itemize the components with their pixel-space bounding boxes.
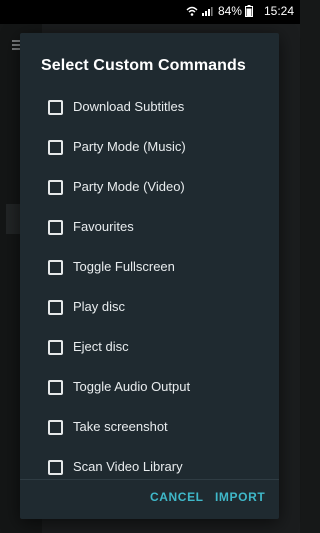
list-item-label: Eject disc [73, 339, 129, 354]
list-item[interactable]: Scan Video Library [20, 447, 279, 479]
checkbox[interactable] [48, 100, 63, 115]
list-item[interactable]: Toggle Audio Output [20, 367, 279, 407]
list-item[interactable]: Party Mode (Video) [20, 167, 279, 207]
battery-icon [244, 5, 257, 17]
list-item-label: Play disc [73, 299, 126, 314]
signal-icon [201, 5, 213, 17]
checkbox[interactable] [48, 300, 63, 315]
checkbox[interactable] [48, 460, 63, 475]
list-item[interactable]: Download Subtitles [20, 87, 279, 127]
list-item[interactable]: Party Mode (Music) [20, 127, 279, 167]
list-item[interactable]: Eject disc [20, 327, 279, 367]
list-item-label: Download Subtitles [73, 99, 185, 114]
checkbox[interactable] [48, 380, 63, 395]
checkbox[interactable] [48, 340, 63, 355]
wifi-icon [186, 5, 198, 17]
cancel-button[interactable]: CANCEL [150, 490, 204, 504]
list-item-label: Scan Video Library [73, 459, 183, 474]
dialog-actions: CANCEL IMPORT [20, 480, 279, 519]
checkbox[interactable] [48, 260, 63, 275]
status-icons: 84% 15:24 [186, 4, 294, 18]
dialog-title: Select Custom Commands [41, 57, 246, 74]
list-item[interactable]: Toggle Fullscreen [20, 247, 279, 287]
list-item[interactable]: Play disc [20, 287, 279, 327]
list-item-label: Party Mode (Video) [73, 179, 185, 194]
list-item-label: Toggle Audio Output [73, 379, 191, 394]
list-item-label: Favourites [73, 219, 134, 234]
battery-percent: 84% [217, 4, 242, 18]
import-button[interactable]: IMPORT [215, 490, 265, 504]
checkbox[interactable] [48, 220, 63, 235]
list-item-label: Toggle Fullscreen [73, 259, 175, 274]
list-item-label: Party Mode (Music) [73, 139, 186, 154]
checkbox[interactable] [48, 420, 63, 435]
list-item-label: Take screenshot [73, 419, 168, 434]
checkbox[interactable] [48, 140, 63, 155]
checkbox[interactable] [48, 180, 63, 195]
select-custom-commands-dialog: Select Custom Commands Download Subtitle… [20, 33, 279, 519]
status-time: 15:24 [263, 4, 294, 18]
list-item[interactable]: Favourites [20, 207, 279, 247]
list-item[interactable]: Take screenshot [20, 407, 279, 447]
status-bar: 84% 15:24 [0, 0, 300, 24]
commands-list[interactable]: Download Subtitles Party Mode (Music) Pa… [20, 87, 279, 479]
